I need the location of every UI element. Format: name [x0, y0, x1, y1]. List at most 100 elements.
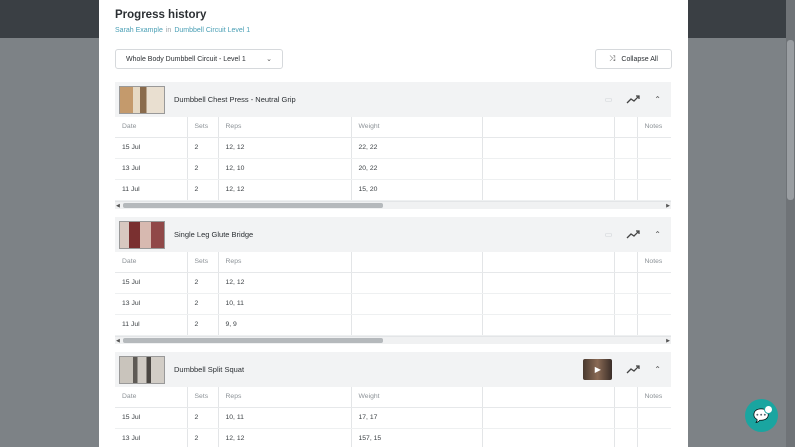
notification-dot — [764, 405, 773, 414]
column-empty — [351, 252, 483, 273]
column-date: Date — [115, 117, 188, 138]
cell-date: 13 Jul — [115, 158, 188, 180]
cell-weight: 20, 22 — [351, 158, 483, 180]
breadcrumb-program-link[interactable]: Dumbbell Circuit Level 1 — [174, 27, 250, 34]
cell-reps: 12, 12 — [218, 137, 352, 159]
cell-reps: 10, 11 — [218, 293, 352, 315]
cell-notes — [637, 158, 671, 180]
table-horizontal-scrollbar[interactable]: ◀ ▶ — [115, 200, 671, 210]
history-table: Date Sets Reps Weight Notes 15 Jul 2 10,… — [115, 387, 671, 447]
exercise-name: Dumbbell Split Squat — [174, 365, 245, 374]
column-empty — [614, 252, 638, 273]
table-row: 15 Jul 2 12, 12 — [115, 272, 671, 294]
column-sets: Sets — [187, 117, 219, 138]
cell-weight: 157, 15 — [351, 428, 483, 447]
column-weight: Weight — [351, 387, 483, 408]
cell-date: 11 Jul — [115, 179, 188, 201]
chevron-up-icon[interactable]: ⌃ — [654, 365, 661, 374]
chevron-up-icon[interactable]: ⌃ — [654, 95, 661, 104]
cell-date: 11 Jul — [115, 314, 188, 336]
breadcrumb-separator: in — [165, 27, 172, 34]
cell-date: 15 Jul — [115, 137, 188, 159]
exercise-name: Dumbbell Chest Press - Neutral Grip — [174, 95, 296, 104]
column-empty — [614, 387, 638, 408]
page-scrollbar[interactable] — [786, 0, 795, 447]
column-notes: Notes — [637, 252, 671, 273]
cell-date: 15 Jul — [115, 272, 188, 294]
video-play-button[interactable]: ▶ — [583, 359, 613, 380]
column-empty — [614, 117, 638, 138]
exercise-header[interactable]: Dumbbell Split Squat ▶ ⌃ — [115, 352, 671, 387]
cell-sets: 2 — [187, 272, 219, 294]
exercise-thumbnail — [119, 85, 165, 114]
cell-notes — [637, 428, 671, 447]
exercise-card: Single Leg Glute Bridge ▭ ⌃ Date Sets Re… — [115, 217, 671, 344]
scroll-left-icon[interactable]: ◀ — [116, 202, 120, 210]
cell-notes — [637, 137, 671, 159]
column-empty — [482, 387, 615, 408]
video-camera-icon: ▭ — [604, 95, 613, 104]
cell-sets: 2 — [187, 314, 219, 336]
column-empty — [482, 252, 615, 273]
history-table: Date Sets Reps Notes 15 Jul 2 12, 12 13 … — [115, 252, 671, 336]
cell-reps: 12, 12 — [218, 272, 352, 294]
trend-chart-icon[interactable] — [626, 229, 640, 240]
table-header-row: Date Sets Reps Weight Notes — [115, 117, 671, 138]
column-weight: Weight — [351, 117, 483, 138]
scrollbar-thumb[interactable] — [123, 337, 383, 343]
play-icon: ▶ — [594, 365, 601, 374]
exercise-thumbnail — [119, 220, 165, 249]
cell-reps: 12, 12 — [218, 179, 352, 201]
exercise-header[interactable]: Single Leg Glute Bridge ▭ ⌃ — [115, 217, 671, 252]
cell-reps: 12, 10 — [218, 158, 352, 180]
cell-sets: 2 — [187, 158, 219, 180]
cell-weight: 22, 22 — [351, 137, 483, 159]
table-horizontal-scrollbar[interactable]: ◀ ▶ — [115, 335, 671, 345]
cell-reps: 12, 12 — [218, 428, 352, 447]
cell-reps: 9, 9 — [218, 314, 352, 336]
video-camera-icon: ▭ — [604, 230, 613, 239]
table-row: 13 Jul 2 12, 12 157, 15 — [115, 428, 671, 447]
exercise-card: Dumbbell Split Squat ▶ ⌃ Date Sets Reps … — [115, 352, 671, 447]
breadcrumb-client-link[interactable]: Sarah Example — [115, 27, 163, 34]
page-scrollbar-thumb[interactable] — [787, 40, 794, 200]
exercise-card: Dumbbell Chest Press - Neutral Grip ▭ ⌃ … — [115, 82, 671, 209]
cell-notes — [637, 272, 671, 294]
table-row: 11 Jul 2 9, 9 — [115, 314, 671, 336]
scroll-left-icon[interactable]: ◀ — [116, 337, 120, 345]
column-sets: Sets — [187, 252, 219, 273]
column-reps: Reps — [218, 387, 352, 408]
cell-notes — [637, 314, 671, 336]
exercise-actions: ▭ ⌃ — [605, 217, 661, 252]
cell-notes — [637, 293, 671, 315]
scroll-right-icon[interactable]: ▶ — [666, 337, 670, 345]
trend-chart-icon[interactable] — [626, 364, 640, 375]
exercise-header[interactable]: Dumbbell Chest Press - Neutral Grip ▭ ⌃ — [115, 82, 671, 117]
cell-date: 13 Jul — [115, 428, 188, 447]
cell-reps: 10, 11 — [218, 407, 352, 429]
scrollbar-thumb[interactable] — [123, 202, 383, 208]
exercise-name: Single Leg Glute Bridge — [174, 230, 254, 239]
chevron-up-icon[interactable]: ⌃ — [654, 230, 661, 239]
cell-sets: 2 — [187, 179, 219, 201]
table-row: 13 Jul 2 12, 10 20, 22 — [115, 158, 671, 180]
table-row: 13 Jul 2 10, 11 — [115, 293, 671, 315]
scroll-right-icon[interactable]: ▶ — [666, 202, 670, 210]
cell-notes — [637, 179, 671, 201]
trend-chart-icon[interactable] — [626, 94, 640, 105]
collapse-all-button[interactable]: ⤨ Collapse All — [595, 49, 672, 69]
table-row: 15 Jul 2 12, 12 22, 22 — [115, 137, 671, 159]
cell-date: 13 Jul — [115, 293, 188, 315]
collapse-icon: ⤨ — [609, 54, 616, 63]
chat-button[interactable]: 💬 — [745, 399, 778, 432]
workout-select[interactable]: Whole Body Dumbbell Circuit - Level 1 ⌄ — [115, 49, 283, 69]
cell-sets: 2 — [187, 428, 219, 447]
column-date: Date — [115, 387, 188, 408]
collapse-all-label: Collapse All — [621, 55, 658, 63]
breadcrumb: Sarah Example in Dumbbell Circuit Level 1 — [115, 27, 250, 34]
cell-sets: 2 — [187, 407, 219, 429]
history-table: Date Sets Reps Weight Notes 15 Jul 2 12,… — [115, 117, 671, 201]
exercise-actions: ▶ ⌃ — [583, 352, 661, 387]
column-notes: Notes — [637, 117, 671, 138]
exercise-actions: ▭ ⌃ — [605, 82, 661, 117]
